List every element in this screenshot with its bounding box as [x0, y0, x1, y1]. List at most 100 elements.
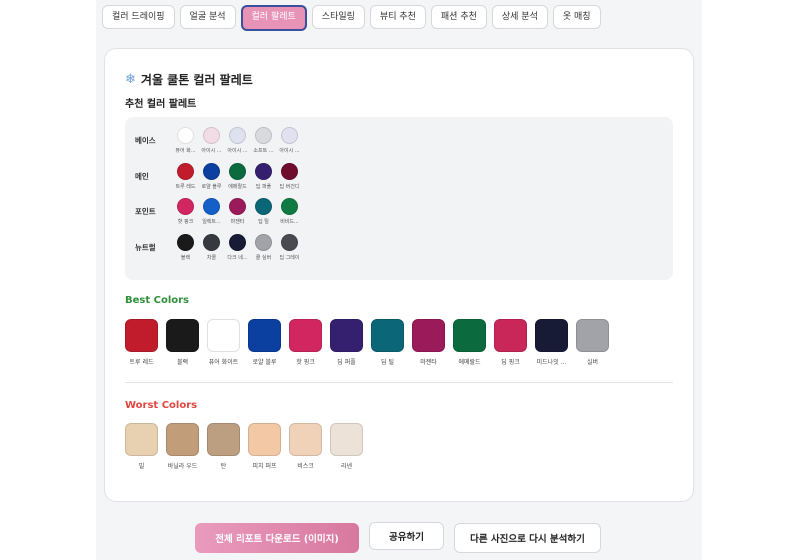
worst-color-swatch[interactable]: 바닐라 우드 — [166, 423, 199, 470]
recommended-palette: 베이스 퓨어 화... 아이시 ... 아이시 ... 소프트 ... 아이시 ... 메인… — [125, 117, 673, 280]
worst-color-swatch[interactable]: 비스크 — [289, 423, 322, 470]
palette-swatch[interactable]: 소프트 ... — [253, 127, 274, 154]
best-color-swatch[interactable]: 퓨어 화이트 — [207, 319, 240, 366]
swatch-label: 딥 틸 — [381, 359, 394, 366]
color-circle — [255, 198, 272, 215]
best-color-swatch[interactable]: 블랙 — [166, 319, 199, 366]
swatch-label: 아이시 ... — [279, 148, 300, 154]
palette-swatch[interactable]: 아이시 ... — [201, 127, 222, 154]
palette-swatch[interactable]: 마젠타 — [227, 198, 248, 225]
color-circle — [177, 234, 194, 251]
color-square — [330, 319, 363, 352]
palette-row-label: 뉴트럴 — [135, 243, 156, 252]
swatch-label: 피치 퍼프 — [252, 463, 277, 470]
reanalyze-button[interactable]: 다른 사진으로 다시 분석하기 — [454, 523, 601, 553]
swatch-label: 실버 — [586, 359, 599, 366]
palette-card: ❄ 겨울 쿨톤 컬러 팔레트 추천 컬러 팔레트 베이스 퓨어 화... 아이시 .… — [104, 48, 694, 502]
best-color-swatch[interactable]: 딥 퍼플 — [330, 319, 363, 366]
color-square — [576, 319, 609, 352]
color-circle — [177, 127, 194, 144]
share-button[interactable]: 공유하기 — [369, 522, 444, 550]
best-color-swatch[interactable]: 핫 핑크 — [289, 319, 322, 366]
color-circle — [203, 127, 220, 144]
palette-swatch[interactable]: 트루 레드 — [175, 163, 196, 190]
best-color-swatch[interactable]: 로얄 블루 — [248, 319, 281, 366]
color-square — [330, 423, 363, 456]
best-color-swatch[interactable]: 딥 핑크 — [494, 319, 527, 366]
color-circle — [281, 234, 298, 251]
tab-detail-analysis[interactable]: 상세 분석 — [491, 5, 548, 29]
section-divider — [125, 382, 673, 383]
tab-beauty-recommend[interactable]: 뷰티 추천 — [369, 5, 426, 29]
palette-swatch[interactable]: 에메랄드 — [227, 163, 248, 190]
color-square — [207, 319, 240, 352]
palette-swatches: 핫 핑크 일렉트... 마젠타 딥 틸 비비드... — [175, 198, 300, 225]
color-circle — [281, 163, 298, 180]
color-square — [412, 319, 445, 352]
tab-styling[interactable]: 스타일링 — [311, 5, 365, 29]
palette-swatch[interactable]: 로얄 블루 — [201, 163, 222, 190]
snowflake-icon: ❄ — [125, 72, 136, 87]
palette-swatches: 블랙 차콜 다크 네... 쿨 실버 딥 그레이 — [175, 234, 300, 261]
swatch-label: 마젠타 — [230, 219, 245, 225]
palette-row-label: 베이스 — [135, 136, 156, 145]
download-report-button[interactable]: 전체 리포트 다운로드 (이미지) — [195, 523, 359, 553]
color-circle — [229, 234, 246, 251]
palette-subtitle: 추천 컬러 팔레트 — [125, 99, 197, 110]
swatch-label: 딥 퍼플 — [255, 184, 272, 190]
best-color-swatch[interactable]: 실버 — [576, 319, 609, 366]
swatch-label: 블랙 — [176, 359, 189, 366]
palette-swatch[interactable]: 딥 그레이 — [279, 234, 300, 261]
palette-swatch[interactable]: 아이시 ... — [227, 127, 248, 154]
swatch-label: 아이시 ... — [227, 148, 248, 154]
swatch-label: 미드나잇 ... — [536, 359, 567, 366]
color-circle — [229, 163, 246, 180]
palette-row-label: 메인 — [135, 172, 149, 181]
color-circle — [203, 198, 220, 215]
swatch-label: 다크 네... — [227, 255, 248, 261]
palette-swatch[interactable]: 차콜 — [201, 234, 222, 261]
best-color-swatch[interactable]: 딥 틸 — [371, 319, 404, 366]
tab-color-palette[interactable]: 컬러 팔레트 — [240, 5, 307, 31]
best-color-swatch[interactable]: 미드나잇 ... — [535, 319, 568, 366]
color-circle — [203, 163, 220, 180]
color-square — [494, 319, 527, 352]
worst-color-swatch[interactable]: 밀 — [125, 423, 158, 470]
worst-color-swatch[interactable]: 탄 — [207, 423, 240, 470]
palette-swatch[interactable]: 딥 퍼플 — [253, 163, 274, 190]
worst-color-swatch[interactable]: 리넨 — [330, 423, 363, 470]
color-square — [289, 423, 322, 456]
palette-swatch[interactable]: 핫 핑크 — [175, 198, 196, 225]
color-circle — [177, 198, 194, 215]
palette-swatch[interactable]: 비비드... — [279, 198, 300, 225]
color-square — [453, 319, 486, 352]
swatch-label: 핫 핑크 — [177, 219, 194, 225]
palette-swatch[interactable]: 퓨어 화... — [175, 127, 196, 154]
color-circle — [281, 127, 298, 144]
tab-fashion-recommend[interactable]: 패션 추천 — [430, 5, 487, 29]
tab-bar: 컬러 드레이핑 얼굴 분석 컬러 팔레트 스타일링 뷰티 추천 패션 추천 상세… — [102, 5, 601, 31]
best-color-swatch[interactable]: 마젠타 — [412, 319, 445, 366]
palette-swatch[interactable]: 다크 네... — [227, 234, 248, 261]
palette-swatch[interactable]: 쿨 실버 — [253, 234, 274, 261]
palette-swatch[interactable]: 아이시 ... — [279, 127, 300, 154]
palette-swatch[interactable]: 딥 버건디 — [279, 163, 300, 190]
color-circle — [255, 234, 272, 251]
worst-colors-list: 밀 바닐라 우드 탄 피치 퍼프 비스크 리넨 — [125, 423, 363, 470]
palette-swatch[interactable]: 딥 틸 — [253, 198, 274, 225]
swatch-label: 트루 레드 — [175, 184, 196, 190]
palette-swatch[interactable]: 블랙 — [175, 234, 196, 261]
swatch-label: 에메랄드 — [458, 359, 481, 366]
palette-swatch[interactable]: 일렉트... — [201, 198, 222, 225]
swatch-label: 로얄 블루 — [252, 359, 277, 366]
best-color-swatch[interactable]: 트루 레드 — [125, 319, 158, 366]
worst-color-swatch[interactable]: 피치 퍼프 — [248, 423, 281, 470]
color-square — [207, 423, 240, 456]
tab-outfit-matching[interactable]: 옷 매칭 — [552, 5, 601, 29]
tab-color-draping[interactable]: 컬러 드레이핑 — [102, 5, 175, 29]
tab-face-analysis[interactable]: 얼굴 분석 — [179, 5, 236, 29]
swatch-label: 퓨어 화... — [175, 148, 196, 154]
swatch-label: 밀 — [138, 463, 145, 470]
palette-swatches: 퓨어 화... 아이시 ... 아이시 ... 소프트 ... 아이시 ... — [175, 127, 300, 154]
best-color-swatch[interactable]: 에메랄드 — [453, 319, 486, 366]
